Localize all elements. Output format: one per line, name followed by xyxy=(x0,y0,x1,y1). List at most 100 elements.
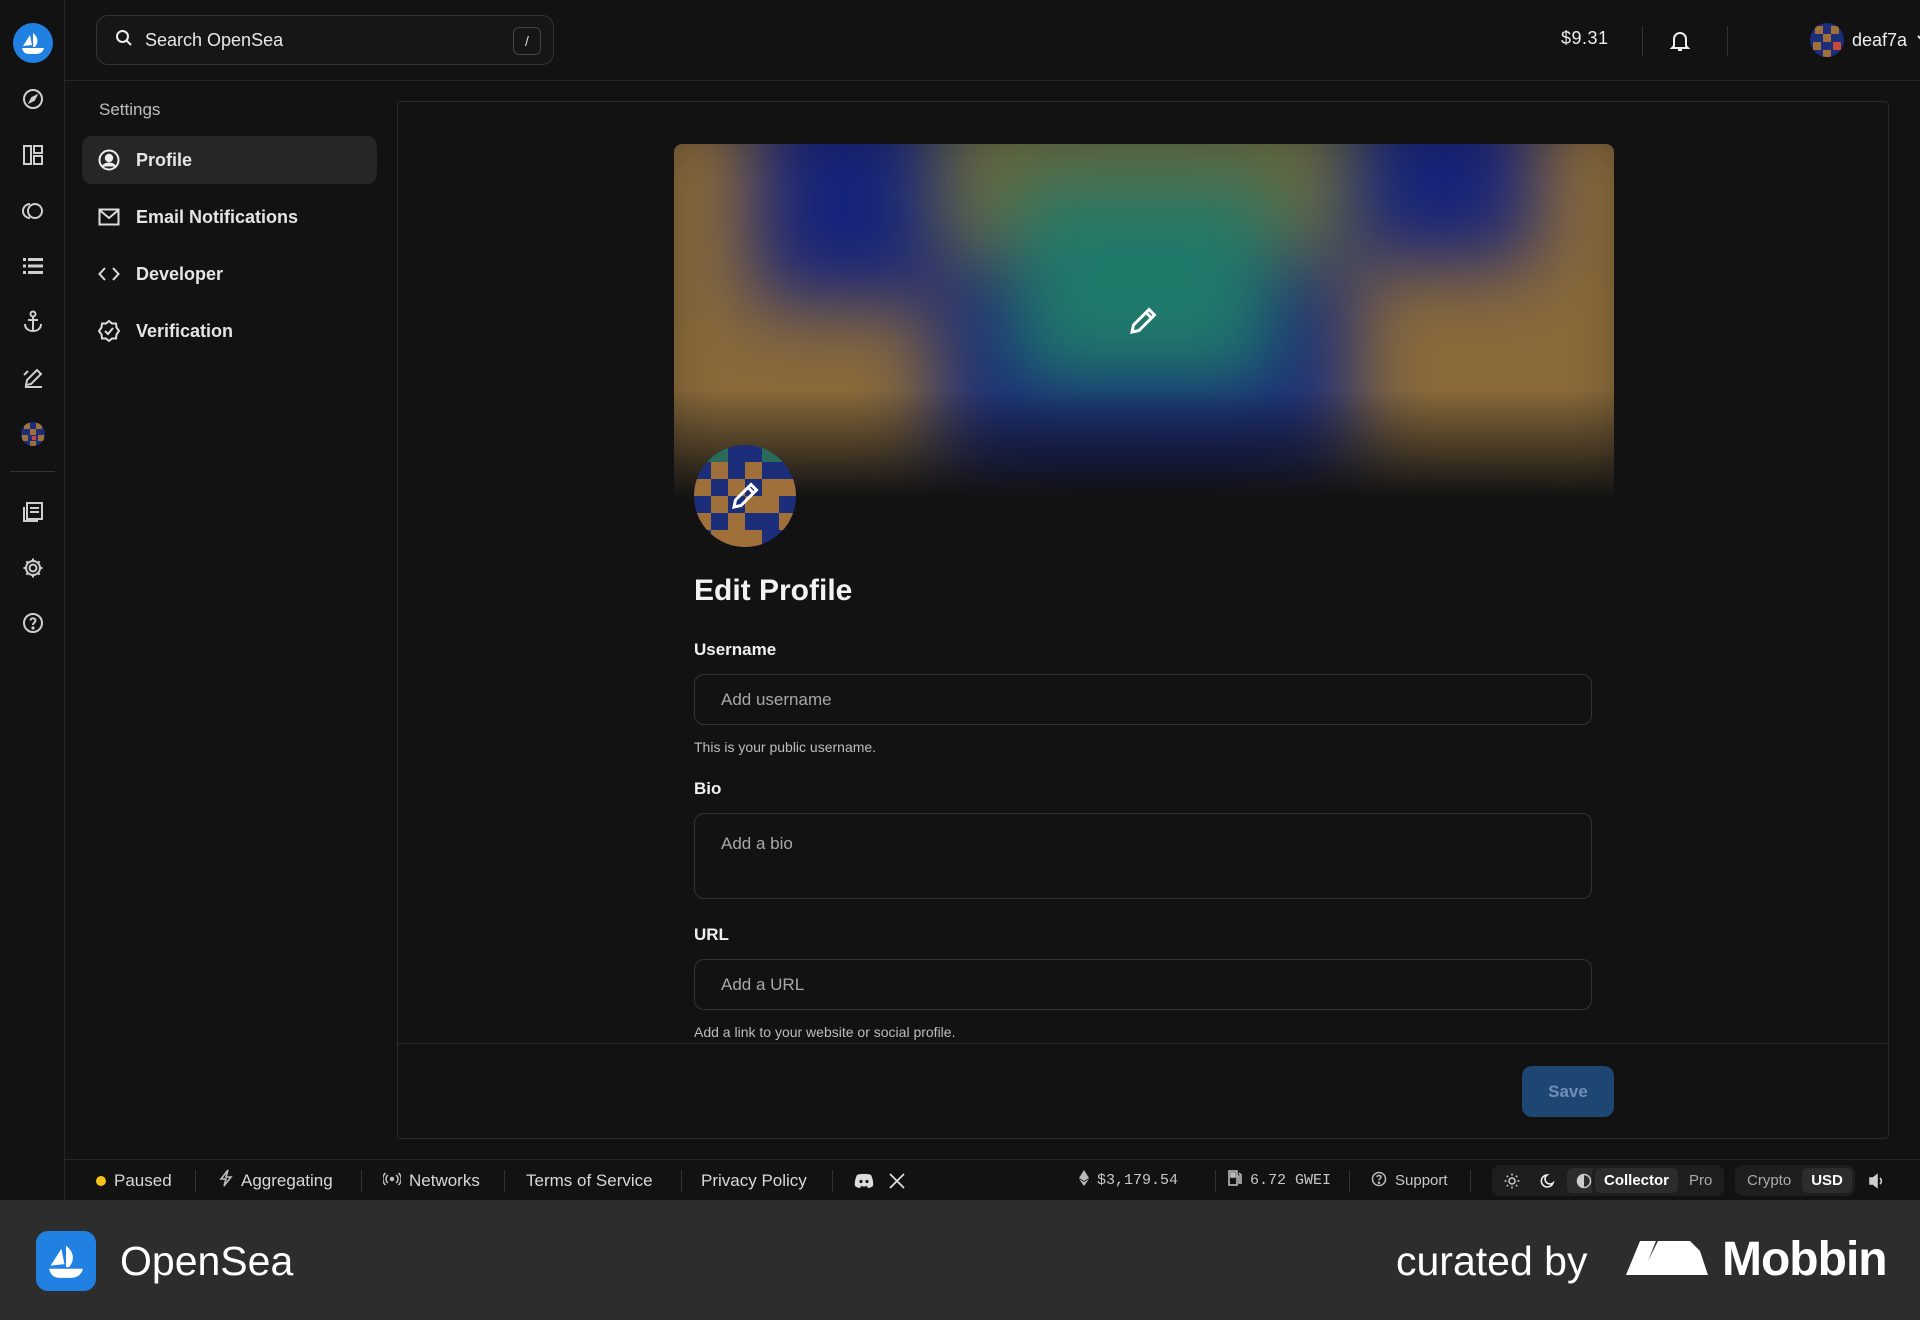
profile-banner[interactable] xyxy=(674,144,1614,499)
support-link[interactable]: Support xyxy=(1371,1160,1448,1201)
status-paused[interactable]: Paused xyxy=(96,1160,172,1201)
status-bar: Paused Aggregating Networks Terms of Ser… xyxy=(65,1159,1920,1200)
settings-nav-item-profile[interactable]: Profile xyxy=(82,136,377,184)
brand-footer: OpenSea curated by Mobbin xyxy=(0,1200,1920,1320)
compass-icon[interactable] xyxy=(18,84,48,114)
settings-nav: Settings Profile Email Notifications Dev… xyxy=(82,100,377,364)
status-dot xyxy=(96,1175,106,1186)
rail-divider xyxy=(10,471,55,472)
mode-collector[interactable]: Collector xyxy=(1595,1168,1679,1193)
settings-icon[interactable] xyxy=(18,553,48,583)
left-rail xyxy=(0,0,65,1200)
gas-price-value: 6.72 GWEI xyxy=(1250,1172,1332,1189)
user-circle-icon xyxy=(96,147,122,173)
edit-avatar-pencil-icon[interactable] xyxy=(728,479,762,513)
search-bar[interactable]: Search OpenSea / xyxy=(96,15,554,65)
account-menu[interactable]: deaf7a xyxy=(1810,23,1920,57)
status-divider xyxy=(832,1170,833,1192)
edit-profile-panel: Edit Profile Username Add username This … xyxy=(397,101,1889,1139)
anchor-icon[interactable] xyxy=(18,307,48,337)
dashboard-icon[interactable] xyxy=(18,140,48,170)
loop-icon[interactable] xyxy=(18,196,48,226)
broadcast-icon xyxy=(381,1171,403,1191)
search-icon xyxy=(115,29,133,52)
username-field[interactable]: Add username xyxy=(694,674,1592,725)
volume-icon[interactable] xyxy=(1868,1160,1886,1201)
sun-icon[interactable] xyxy=(1495,1168,1529,1193)
profile-picture[interactable] xyxy=(694,445,796,547)
eth-price-value: $3,179.54 xyxy=(1097,1172,1179,1189)
support-label: Support xyxy=(1395,1172,1448,1189)
badge-check-icon xyxy=(96,318,122,344)
gas-price: 6.72 GWEI xyxy=(1228,1160,1331,1201)
bio-label: Bio xyxy=(694,779,722,798)
bio-field[interactable]: Add a bio xyxy=(694,813,1592,899)
mobbin-logo: Mobbin xyxy=(1626,1232,1888,1287)
opensea-logo-icon xyxy=(36,1231,96,1291)
edit-banner-pencil-icon[interactable] xyxy=(1126,304,1160,338)
save-button[interactable]: Save xyxy=(1522,1066,1614,1117)
eth-price: $3,179.54 xyxy=(1079,1160,1178,1201)
curated-by-text: curated by xyxy=(1396,1238,1588,1284)
username-label: Username xyxy=(694,640,777,659)
profile-avatar-icon[interactable] xyxy=(18,419,48,449)
mobbin-mark-icon xyxy=(1626,1237,1708,1282)
status-aggregating[interactable]: Aggregating xyxy=(219,1160,333,1201)
moon-icon[interactable] xyxy=(1531,1168,1565,1193)
status-divider xyxy=(681,1170,682,1192)
settings-nav-item-developer[interactable]: Developer xyxy=(82,250,377,298)
status-networks-label: Networks xyxy=(409,1170,480,1190)
top-bar: Search OpenSea / $9.31 deaf7a xyxy=(65,0,1920,81)
gas-pump-icon xyxy=(1228,1170,1242,1191)
list-icon[interactable] xyxy=(18,251,48,281)
mobbin-wordmark: Mobbin xyxy=(1722,1233,1888,1286)
settings-nav-title: Settings xyxy=(99,100,161,119)
page-title: Edit Profile xyxy=(694,574,853,607)
edit-profile-form: Edit Profile Username Add username This … xyxy=(694,574,1592,1040)
settings-nav-item-verification[interactable]: Verification xyxy=(82,307,377,355)
status-divider xyxy=(361,1170,362,1192)
ethereum-icon xyxy=(1079,1170,1089,1191)
mode-switcher: Collector Pro xyxy=(1592,1165,1725,1196)
search-input[interactable]: Search OpenSea xyxy=(145,30,283,51)
account-username: deaf7a xyxy=(1852,29,1908,50)
privacy-link[interactable]: Privacy Policy xyxy=(701,1160,807,1201)
url-field[interactable]: Add a URL xyxy=(694,959,1592,1010)
username-help-text: This is your public username. xyxy=(694,739,877,755)
status-divider xyxy=(1349,1170,1350,1192)
currency-crypto[interactable]: Crypto xyxy=(1738,1168,1800,1193)
mail-icon xyxy=(96,204,122,230)
help-circle-icon xyxy=(1371,1171,1387,1191)
x-twitter-icon[interactable] xyxy=(889,1160,905,1201)
mode-pro[interactable]: Pro xyxy=(1680,1168,1721,1193)
status-paused-label: Paused xyxy=(114,1170,172,1190)
code-icon xyxy=(96,261,122,287)
chevron-down-icon xyxy=(1915,30,1920,51)
search-shortcut-key: / xyxy=(513,27,541,55)
settings-nav-item-email-notifications[interactable]: Email Notifications xyxy=(82,193,377,241)
pencil-create-icon[interactable] xyxy=(18,363,48,393)
status-networks[interactable]: Networks xyxy=(381,1160,480,1201)
settings-nav-label: Profile xyxy=(136,149,193,170)
help-icon[interactable] xyxy=(18,608,48,638)
opensea-logo-icon[interactable] xyxy=(13,23,53,63)
currency-usd[interactable]: USD xyxy=(1802,1168,1852,1193)
status-aggregating-label: Aggregating xyxy=(241,1170,333,1190)
docs-icon[interactable] xyxy=(18,497,48,527)
wallet-balance[interactable]: $9.31 xyxy=(1561,28,1609,49)
url-help-text: Add a link to your website or social pro… xyxy=(694,1024,956,1040)
settings-nav-label: Developer xyxy=(136,263,224,284)
avatar xyxy=(1810,23,1844,57)
status-divider xyxy=(1215,1170,1216,1192)
discord-icon[interactable] xyxy=(854,1160,874,1201)
panel-divider xyxy=(398,1043,1888,1044)
banner-fade xyxy=(674,389,1614,499)
url-label: URL xyxy=(694,925,729,944)
theme-switcher xyxy=(1492,1165,1604,1196)
lightning-icon xyxy=(219,1169,233,1192)
notification-bell-icon[interactable] xyxy=(1665,26,1695,56)
brand-name: OpenSea xyxy=(120,1238,294,1284)
terms-link[interactable]: Terms of Service xyxy=(526,1160,653,1201)
status-divider xyxy=(195,1170,196,1192)
currency-switcher: Crypto USD xyxy=(1735,1165,1855,1196)
